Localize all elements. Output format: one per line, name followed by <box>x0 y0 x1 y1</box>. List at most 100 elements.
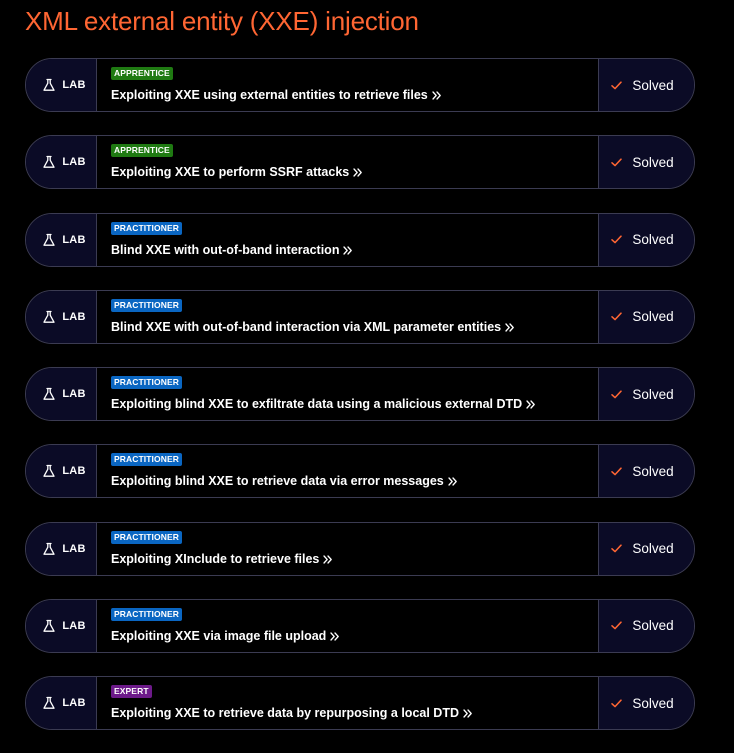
status-label: Solved <box>632 77 674 93</box>
lab-tag: LAB <box>26 445 97 498</box>
lab-info: PRACTITIONER Exploiting XInclude to retri… <box>97 522 598 575</box>
lab-title-link[interactable]: Blind XXE with out-of-band interaction <box>111 243 598 258</box>
lab-tag-label: LAB <box>62 619 86 632</box>
lab-tag: LAB <box>26 368 97 420</box>
lab-row[interactable]: LAB EXPERT Exploiting XXE to retrieve data… <box>25 676 695 730</box>
lab-title: Exploiting XXE to perform SSRF attacks <box>111 165 350 180</box>
status-label: Solved <box>632 618 674 634</box>
lab-title-link[interactable]: Exploiting blind XXE to retrieve data vi… <box>111 474 598 489</box>
lab-tag-label: LAB <box>62 156 86 169</box>
flask-icon <box>42 464 56 478</box>
check-icon <box>611 698 623 708</box>
status-badge: Solved <box>598 599 694 652</box>
lab-row[interactable]: LAB PRACTITIONER Blind XXE with out-of-ban… <box>25 289 695 344</box>
check-icon <box>611 544 623 553</box>
lab-title-link[interactable]: Exploiting blind XXE to exfiltrate data … <box>111 397 598 412</box>
lab-title-link[interactable]: Exploiting XXE to retrieve data by repur… <box>111 706 598 721</box>
lab-tag: LAB <box>26 136 97 189</box>
lab-row[interactable]: LAB PRACTITIONER Exploiting blind XXE to r… <box>25 444 695 499</box>
difficulty-badge: PRACTITIONER <box>111 607 182 621</box>
lab-tag-label: LAB <box>62 465 86 478</box>
lab-tag-label: LAB <box>62 542 86 555</box>
lab-tag-label: LAB <box>62 233 86 246</box>
status-label: Solved <box>632 309 674 325</box>
flask-icon <box>42 78 56 92</box>
difficulty-badge: PRACTITIONER <box>111 298 182 312</box>
chevron-double-right-icon <box>323 554 333 564</box>
lab-row[interactable]: LAB PRACTITIONER Exploiting blind XXE to e… <box>25 367 695 421</box>
chevron-double-right-icon <box>448 477 458 486</box>
flask-icon <box>42 155 56 169</box>
status-badge: Solved <box>598 445 694 498</box>
lab-title-link[interactable]: Blind XXE with out-of-band interaction v… <box>111 320 598 335</box>
flask-icon <box>42 310 56 324</box>
status-label: Solved <box>632 232 674 247</box>
lab-row[interactable]: LAB PRACTITIONER Exploiting XXE via image … <box>25 598 695 653</box>
chevron-double-right-icon <box>463 709 473 718</box>
lab-info: PRACTITIONER Exploiting blind XXE to retr… <box>97 445 598 498</box>
difficulty-badge: EXPERT <box>111 685 152 698</box>
flask-icon <box>42 696 56 710</box>
lab-tag: LAB <box>26 59 97 111</box>
lab-row[interactable]: LAB APPRENTICE Exploiting XXE to perform S… <box>25 135 695 190</box>
difficulty-badge: PRACTITIONER <box>111 453 182 467</box>
lab-tag: LAB <box>26 677 97 729</box>
status-badge: Solved <box>598 290 694 343</box>
flask-icon <box>42 387 56 401</box>
lab-tag: LAB <box>26 213 97 266</box>
lab-title-link[interactable]: Exploiting XXE via image file upload <box>111 629 598 644</box>
status-badge: Solved <box>598 677 694 729</box>
lab-tag-label: LAB <box>62 697 86 709</box>
chevron-double-right-icon <box>353 168 363 177</box>
lab-title: Exploiting blind XXE to retrieve data vi… <box>111 474 444 489</box>
lab-title: Exploiting XXE using external entities t… <box>111 88 428 102</box>
status-badge: Solved <box>598 368 694 420</box>
lab-info: PRACTITIONER Exploiting blind XXE to exfi… <box>97 368 598 420</box>
flask-icon <box>42 619 56 633</box>
lab-row[interactable]: LAB PRACTITIONER Blind XXE with out-of-ban… <box>25 212 695 267</box>
lab-row[interactable]: LAB PRACTITIONER Exploiting XInclude to re… <box>25 521 695 576</box>
lab-info: PRACTITIONER Blind XXE with out-of-band i… <box>97 213 598 266</box>
flask-icon <box>42 233 56 247</box>
lab-title-link[interactable]: Exploiting XXE using external entities t… <box>111 88 598 103</box>
lab-title: Exploiting XInclude to retrieve files <box>111 551 320 566</box>
check-icon <box>611 158 623 167</box>
lab-tag-label: LAB <box>62 388 86 400</box>
check-icon <box>611 235 623 244</box>
lab-info: APPRENTICE Exploiting XXE using external … <box>97 59 598 111</box>
lab-info: PRACTITIONER Blind XXE with out-of-band i… <box>97 290 598 343</box>
lab-title: Exploiting XXE via image file upload <box>111 628 327 643</box>
status-badge: Solved <box>598 136 694 189</box>
lab-title-link[interactable]: Exploiting XXE to perform SSRF attacks <box>111 165 598 180</box>
chevron-double-right-icon <box>343 245 353 255</box>
lab-tag: LAB <box>26 599 97 652</box>
lab-title-link[interactable]: Exploiting XInclude to retrieve files <box>111 552 598 567</box>
lab-title: Exploiting XXE to retrieve data by repur… <box>111 706 459 720</box>
difficulty-badge: PRACTITIONER <box>111 530 182 544</box>
page-title: XML external entity (XXE) injection <box>25 6 419 36</box>
lab-row[interactable]: LAB APPRENTICE Exploiting XXE using extern… <box>25 58 695 112</box>
check-icon <box>611 80 623 90</box>
lab-info: PRACTITIONER Exploiting XXE via image fil… <box>97 599 598 652</box>
status-label: Solved <box>632 386 674 402</box>
chevron-double-right-icon <box>505 323 515 332</box>
lab-title: Blind XXE with out-of-band interaction v… <box>111 319 502 334</box>
lab-tag: LAB <box>26 522 97 575</box>
lab-title: Exploiting blind XXE to exfiltrate data … <box>111 397 523 411</box>
check-icon <box>611 312 623 321</box>
difficulty-badge: APPRENTICE <box>111 144 173 158</box>
chevron-double-right-icon <box>432 91 442 100</box>
lab-title: Blind XXE with out-of-band interaction <box>111 242 340 257</box>
lab-tag: LAB <box>26 290 97 343</box>
check-icon <box>611 467 623 476</box>
status-label: Solved <box>632 154 674 170</box>
lab-info: EXPERT Exploiting XXE to retrieve data by… <box>97 677 598 729</box>
lab-tag-label: LAB <box>62 79 86 91</box>
chevron-double-right-icon <box>330 632 340 641</box>
difficulty-badge: PRACTITIONER <box>111 376 182 389</box>
status-label: Solved <box>632 463 674 479</box>
status-badge: Solved <box>598 213 694 266</box>
chevron-double-right-icon <box>526 400 536 409</box>
lab-list: LAB APPRENTICE Exploiting XXE using extern… <box>25 58 695 753</box>
status-badge: Solved <box>598 522 694 575</box>
